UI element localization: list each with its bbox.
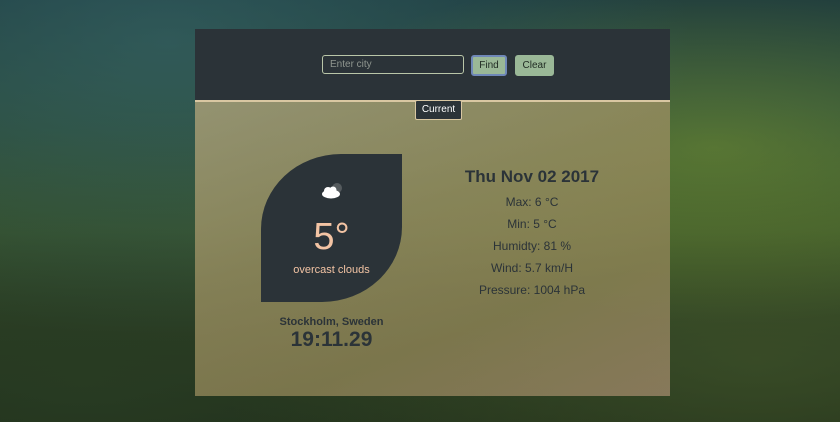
temperature-value: 5°	[313, 216, 350, 258]
cloud-sun-icon	[322, 183, 342, 199]
clear-button[interactable]: Clear	[515, 55, 554, 76]
weather-details: Thu Nov 02 2017 Max: 6 °C Min: 5 °C Humi…	[447, 167, 617, 301]
min-temp: Min: 5 °C	[507, 217, 557, 231]
search-bar: Find Clear	[195, 29, 670, 100]
find-button[interactable]: Find	[471, 55, 507, 76]
weather-panel: Find Clear Current 5° overcast clouds St…	[195, 29, 670, 396]
clock-time: 19:11.29	[290, 328, 373, 351]
location-label: Stockholm, Sweden	[279, 316, 384, 328]
date-heading: Thu Nov 02 2017	[464, 167, 600, 186]
wind-speed: Wind: 5.7 km/H	[490, 261, 574, 275]
max-temp: Max: 6 °C	[505, 195, 559, 209]
city-input[interactable]	[322, 55, 464, 74]
pressure: Pressure: 1004 hPa	[478, 283, 586, 297]
humidity: Humidty: 81 %	[492, 239, 572, 253]
tab-current[interactable]: Current	[415, 100, 462, 120]
weather-description: overcast clouds	[293, 264, 370, 276]
